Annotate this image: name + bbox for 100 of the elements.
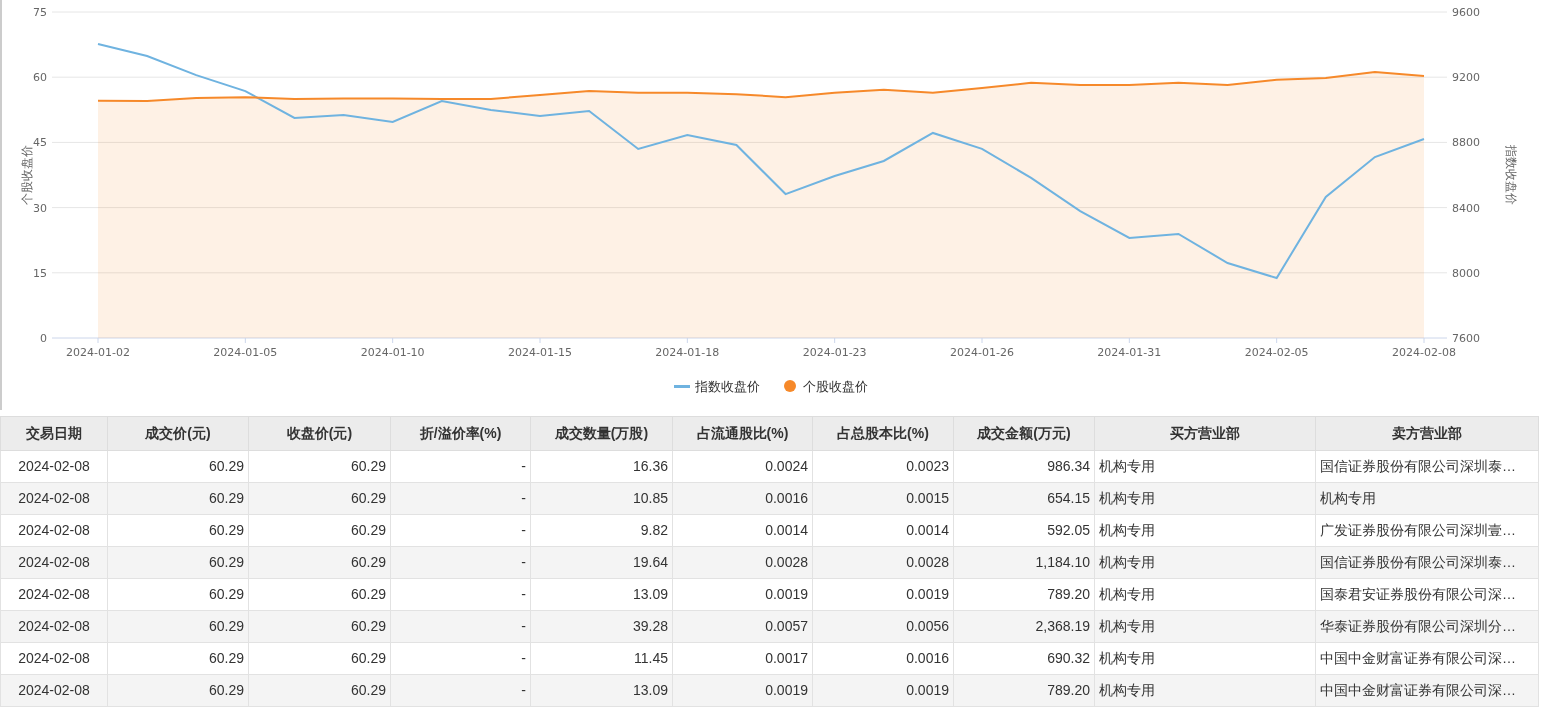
table-cell: 60.29 xyxy=(107,642,249,675)
table-cell: 60.29 xyxy=(248,642,391,675)
table-cell: - xyxy=(390,450,531,483)
table-cell: 0.0014 xyxy=(672,514,813,547)
column-header[interactable]: 收盘价(元) xyxy=(248,416,391,451)
table-cell: - xyxy=(390,546,531,579)
table-cell: 10.85 xyxy=(530,482,673,515)
table-cell: 2024-02-08 xyxy=(0,610,108,643)
axis-label: 2024-01-05 xyxy=(213,346,278,359)
table-cell: - xyxy=(390,674,531,707)
table-cell: 60.29 xyxy=(107,482,249,515)
legend-label[interactable]: 指数收盘价 xyxy=(695,379,760,394)
table-cell: 0.0023 xyxy=(812,450,954,483)
column-header[interactable]: 卖方营业部 xyxy=(1315,416,1539,451)
table-cell: 0.0019 xyxy=(812,578,954,611)
table-cell: 国泰君安证券股份有限公司深… xyxy=(1315,578,1539,611)
column-header[interactable]: 占总股本比(%) xyxy=(812,416,954,451)
table-cell: 60.29 xyxy=(248,578,391,611)
table-cell: 0.0028 xyxy=(812,546,954,579)
axis-title: 个股收盘价 xyxy=(20,145,34,205)
table-cell: 16.36 xyxy=(530,450,673,483)
axis-label: 0 xyxy=(40,332,47,345)
table-cell: 0.0019 xyxy=(672,578,813,611)
table-cell: 986.34 xyxy=(953,450,1095,483)
axis-label: 15 xyxy=(33,266,47,280)
table-cell: 中国中金财富证券有限公司深… xyxy=(1315,674,1539,707)
axis-label: 2024-01-26 xyxy=(950,346,1014,359)
axis-label: 2024-01-23 xyxy=(802,346,867,359)
axis-label: 2024-01-15 xyxy=(508,346,572,359)
table-cell: 2024-02-08 xyxy=(0,674,108,707)
table-cell: 0.0014 xyxy=(812,514,954,547)
axis-label: 8800 xyxy=(1452,136,1480,150)
table-cell: 1,184.10 xyxy=(953,546,1095,579)
column-header[interactable]: 折/溢价率(%) xyxy=(390,416,531,451)
table-cell: 2024-02-08 xyxy=(0,482,108,515)
table-cell: 0.0057 xyxy=(672,610,813,643)
axis-label: 9600 xyxy=(1452,6,1480,19)
table-cell: 机构专用 xyxy=(1315,482,1539,515)
table-cell: 2024-02-08 xyxy=(0,514,108,547)
table-cell: 654.15 xyxy=(953,482,1095,515)
axis-label: 9200 xyxy=(1452,71,1480,85)
table-cell: 0.0024 xyxy=(672,450,813,483)
table-cell: 机构专用 xyxy=(1094,610,1316,643)
axis-label: 30 xyxy=(33,201,47,215)
table-cell: 60.29 xyxy=(107,450,249,483)
table-cell: 0.0019 xyxy=(672,674,813,707)
table-cell: - xyxy=(390,514,531,547)
table-cell: 2,368.19 xyxy=(953,610,1095,643)
column-header[interactable]: 交易日期 xyxy=(0,416,108,451)
axis-title: 指数收盘价 xyxy=(1504,145,1518,205)
table-cell: 789.20 xyxy=(953,674,1095,707)
table-cell: 60.29 xyxy=(107,546,249,579)
table-cell: 60.29 xyxy=(107,514,249,547)
table-cell: 60.29 xyxy=(107,610,249,643)
table-cell: 国信证券股份有限公司深圳泰… xyxy=(1315,546,1539,579)
table-cell: 机构专用 xyxy=(1094,674,1316,707)
legend-label[interactable]: 个股收盘价 xyxy=(803,379,868,394)
table-cell: 0.0028 xyxy=(672,546,813,579)
table-cell: 机构专用 xyxy=(1094,578,1316,611)
table-cell: - xyxy=(390,482,531,515)
table-cell: 2024-02-08 xyxy=(0,578,108,611)
axis-label: 45 xyxy=(33,136,47,150)
axis-label: 75 xyxy=(33,6,47,19)
axis-label: 2024-01-18 xyxy=(655,346,720,359)
column-header[interactable]: 成交数量(万股) xyxy=(530,416,673,451)
column-header[interactable]: 买方营业部 xyxy=(1094,416,1316,451)
table-cell: 60.29 xyxy=(248,674,391,707)
table-cell: 2024-02-08 xyxy=(0,450,108,483)
axis-label: 2024-02-05 xyxy=(1244,346,1309,359)
table-cell: - xyxy=(390,578,531,611)
axis-label: 7600 xyxy=(1452,332,1480,345)
table-cell: 0.0015 xyxy=(812,482,954,515)
table-cell: - xyxy=(390,610,531,643)
table-cell: - xyxy=(390,642,531,675)
table-cell: 0.0016 xyxy=(812,642,954,675)
column-header[interactable]: 占流通股比(%) xyxy=(672,416,813,451)
table-cell: 592.05 xyxy=(953,514,1095,547)
table-cell: 789.20 xyxy=(953,578,1095,611)
table-cell: 广发证券股份有限公司深圳壹… xyxy=(1315,514,1539,547)
table-cell: 2024-02-08 xyxy=(0,642,108,675)
column-header[interactable]: 成交价(元) xyxy=(107,416,249,451)
table-cell: 39.28 xyxy=(530,610,673,643)
table-cell: 60.29 xyxy=(107,578,249,611)
table-cell: 19.64 xyxy=(530,546,673,579)
table-cell: 机构专用 xyxy=(1094,546,1316,579)
table-cell: 机构专用 xyxy=(1094,514,1316,547)
table-cell: 60.29 xyxy=(248,610,391,643)
axis-label: 2024-01-10 xyxy=(360,346,425,359)
axis-label: 8000 xyxy=(1452,266,1480,280)
table-cell: 13.09 xyxy=(530,674,673,707)
table-cell: 60.29 xyxy=(248,546,391,579)
axis-label: 2024-01-02 xyxy=(66,346,130,359)
table-cell: 11.45 xyxy=(530,642,673,675)
table-cell: 0.0056 xyxy=(812,610,954,643)
table-cell: 9.82 xyxy=(530,514,673,547)
table-cell: 0.0016 xyxy=(672,482,813,515)
table-cell: 中国中金财富证券有限公司深… xyxy=(1315,642,1539,675)
column-header[interactable]: 成交金额(万元) xyxy=(953,416,1095,451)
table-cell: 国信证券股份有限公司深圳泰… xyxy=(1315,450,1539,483)
table-cell: 690.32 xyxy=(953,642,1095,675)
